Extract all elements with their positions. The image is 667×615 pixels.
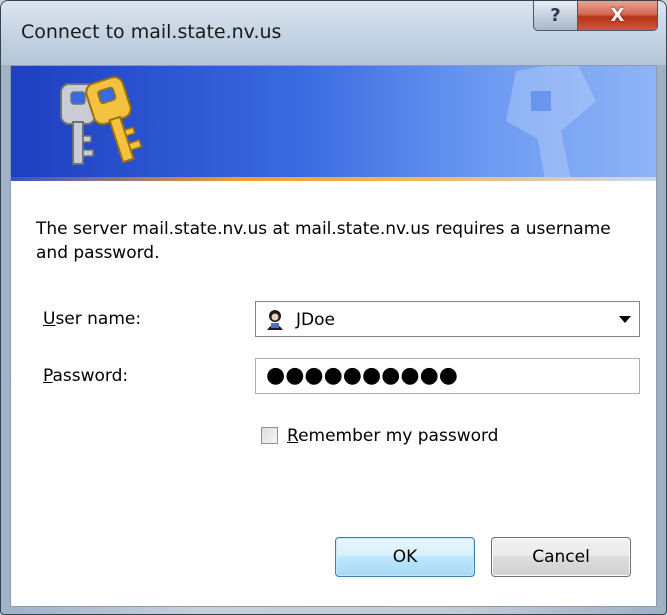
dialog-window: Connect to mail.state.nv.us ? X The serv… — [0, 0, 667, 615]
cancel-button-label: Cancel — [532, 547, 590, 567]
keys-watermark-icon — [506, 66, 596, 181]
server-message: The server mail.state.nv.us at mail.stat… — [36, 219, 611, 263]
password-label-accel: P — [43, 366, 53, 386]
help-button[interactable]: ? — [533, 1, 578, 31]
password-field[interactable]: ●●●●●●●●●● — [255, 358, 640, 394]
cancel-button[interactable]: Cancel — [491, 537, 631, 577]
keys-icon — [60, 76, 143, 165]
help-icon: ? — [550, 5, 561, 26]
username-combobox[interactable]: JDoe — [255, 301, 640, 337]
window-title: Connect to mail.state.nv.us — [21, 21, 282, 43]
ok-button[interactable]: OK — [335, 537, 475, 577]
close-icon: X — [610, 5, 625, 26]
remember-label-text: emember my password — [298, 426, 499, 446]
chevron-down-icon[interactable] — [619, 316, 631, 323]
password-label: Password: — [43, 366, 128, 386]
username-label: User name: — [43, 309, 141, 329]
caption-buttons: ? X — [533, 1, 658, 31]
close-button[interactable]: X — [578, 1, 658, 31]
username-value: JDoe — [296, 310, 335, 330]
remember-password-checkbox[interactable] — [261, 427, 278, 444]
password-label-text: assword: — [52, 366, 129, 386]
header-banner — [11, 66, 656, 181]
remember-password-label[interactable]: Remember my password — [287, 426, 498, 446]
remember-label-accel: R — [287, 426, 299, 446]
username-label-accel: U — [43, 309, 56, 329]
user-icon — [267, 310, 283, 330]
ok-button-label: OK — [392, 547, 418, 567]
password-masked-value: ●●●●●●●●●● — [266, 363, 458, 388]
banner-accent-line — [11, 177, 656, 181]
title-bar[interactable]: Connect to mail.state.nv.us ? X — [1, 1, 666, 65]
username-label-text: ser name: — [55, 309, 142, 329]
dialog-client-area: The server mail.state.nv.us at mail.stat… — [10, 65, 657, 607]
